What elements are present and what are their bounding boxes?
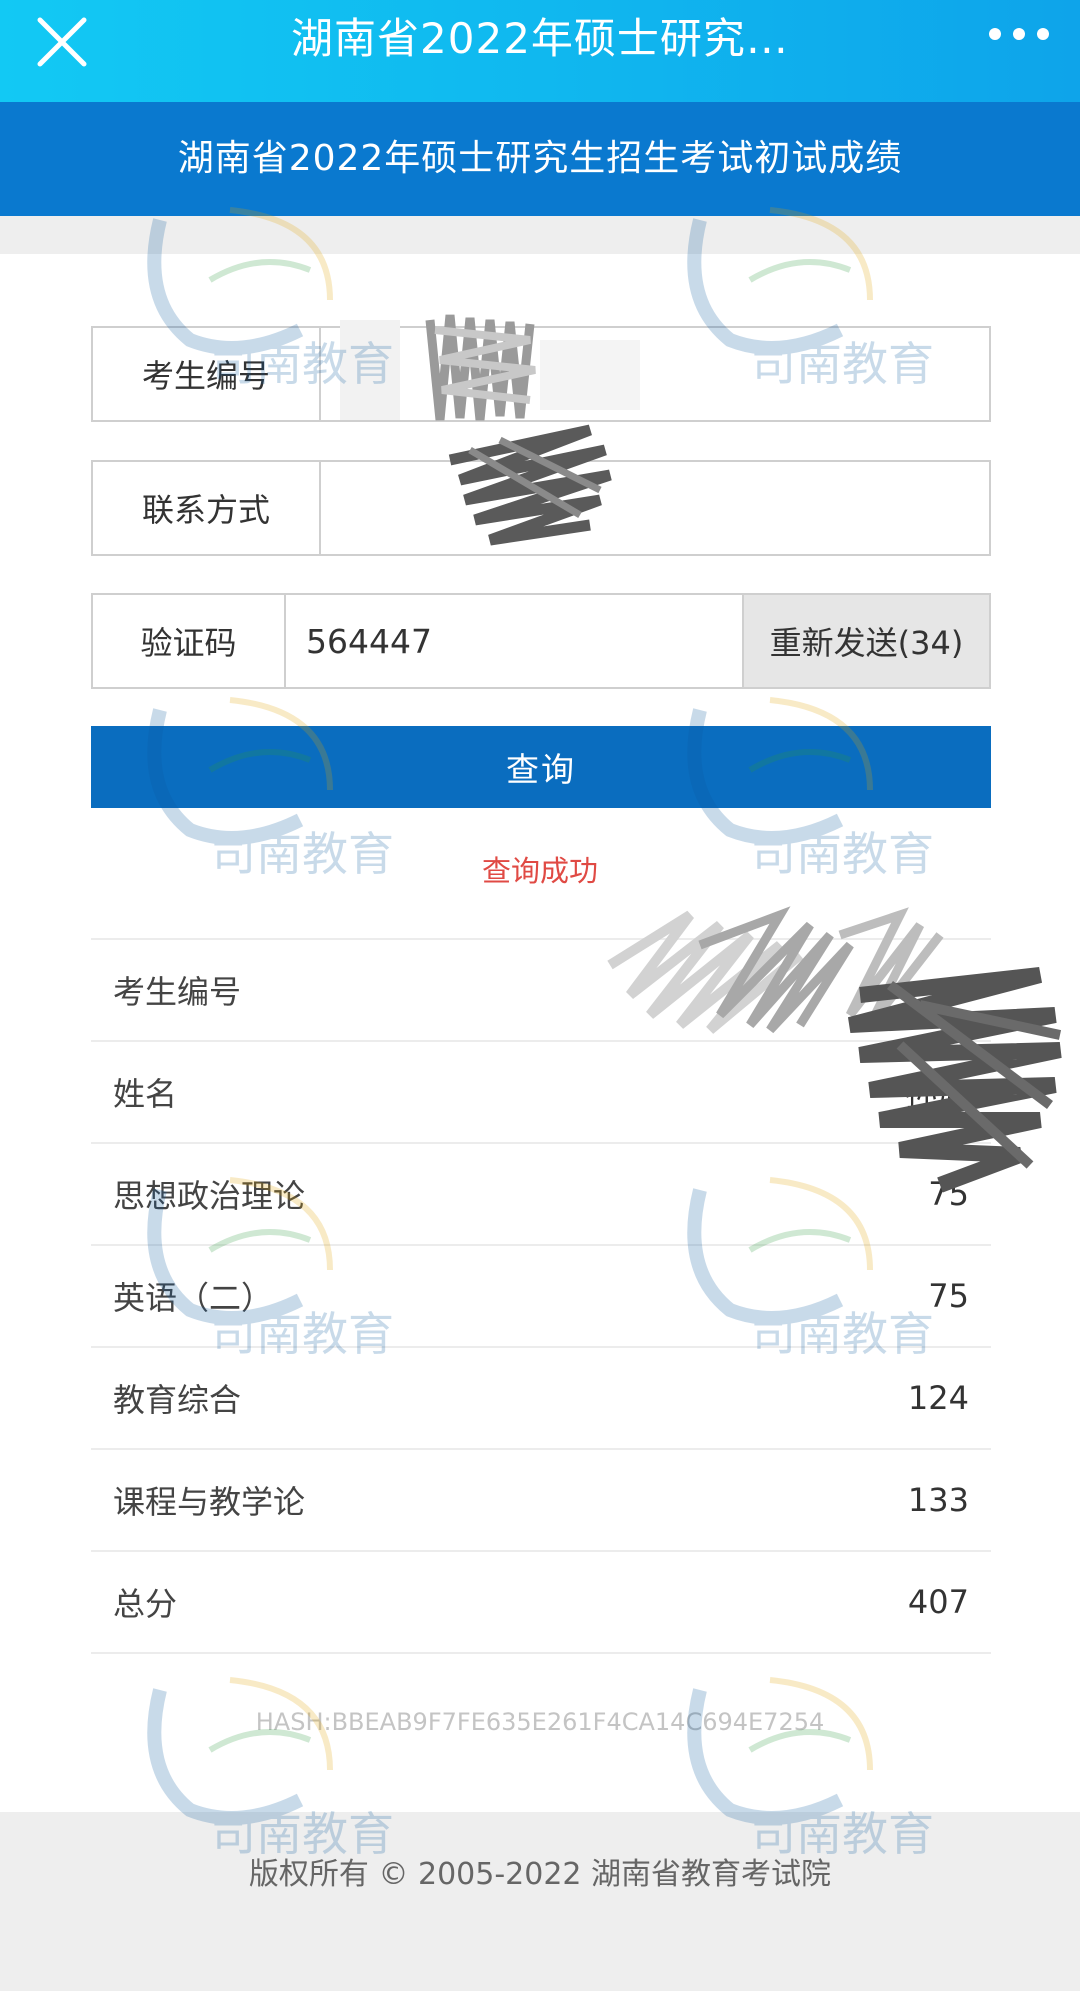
row-label: 课程与教学论 xyxy=(113,1483,306,1521)
table-row: 考生编号 xyxy=(91,940,991,1042)
contact-label: 联系方式 xyxy=(93,462,321,554)
exam-id-label: 考生编号 xyxy=(93,328,321,420)
table-row: 总分 407 xyxy=(91,1552,991,1654)
exam-id-row: 考生编号 xyxy=(91,326,991,422)
more-dots-icon[interactable] xyxy=(984,20,1054,48)
table-row: 英语（二） 75 xyxy=(91,1246,991,1348)
contact-input[interactable] xyxy=(321,462,989,554)
verification-code-row: 验证码 重新发送(34) xyxy=(91,593,991,689)
row-label: 姓名 xyxy=(113,1075,178,1113)
table-row: 姓名 孙旭 xyxy=(91,1042,991,1144)
table-row: 课程与教学论 133 xyxy=(91,1450,991,1552)
row-value: 75 xyxy=(928,1277,969,1315)
exam-id-input[interactable] xyxy=(321,328,989,420)
row-label: 总分 xyxy=(113,1585,178,1623)
row-value: 孙旭 xyxy=(904,1075,969,1113)
row-label: 思想政治理论 xyxy=(113,1177,306,1215)
contact-row: 联系方式 xyxy=(91,460,991,556)
status-message: 查询成功 xyxy=(481,854,598,888)
app-bar: 湖南省2022年硕士研究… xyxy=(0,0,1080,102)
close-icon[interactable] xyxy=(30,10,94,74)
row-label: 教育综合 xyxy=(113,1381,242,1419)
header-divider xyxy=(0,216,1080,254)
score-table: 考生编号 姓名 孙旭 思想政治理论 75 英语（二） 75 教育综合 124 课… xyxy=(91,938,991,1654)
hash-text: HASH:BBEAB9F7FE635E261F4CA14C694E7254 xyxy=(255,1708,825,1736)
row-value: 124 xyxy=(907,1379,969,1417)
resend-code-button[interactable]: 重新发送(34) xyxy=(741,595,989,687)
row-label: 英语（二） xyxy=(113,1279,274,1317)
row-value: 133 xyxy=(907,1481,969,1519)
row-value: 75 xyxy=(928,1175,969,1213)
copyright-footer: 版权所有 © 2005-2022 湖南省教育考试院 xyxy=(0,1812,1080,1991)
table-row: 思想政治理论 75 xyxy=(91,1144,991,1246)
query-button[interactable]: 查询 xyxy=(91,726,991,808)
verification-code-input[interactable] xyxy=(285,595,742,687)
row-label: 考生编号 xyxy=(113,973,242,1011)
app-bar-title: 湖南省2022年硕士研究… xyxy=(291,14,789,63)
table-row: 教育综合 124 xyxy=(91,1348,991,1450)
row-value: 407 xyxy=(907,1583,969,1621)
verification-code-label: 验证码 xyxy=(93,595,286,687)
page-title: 湖南省2022年硕士研究生招生考试初试成绩 xyxy=(0,102,1080,216)
